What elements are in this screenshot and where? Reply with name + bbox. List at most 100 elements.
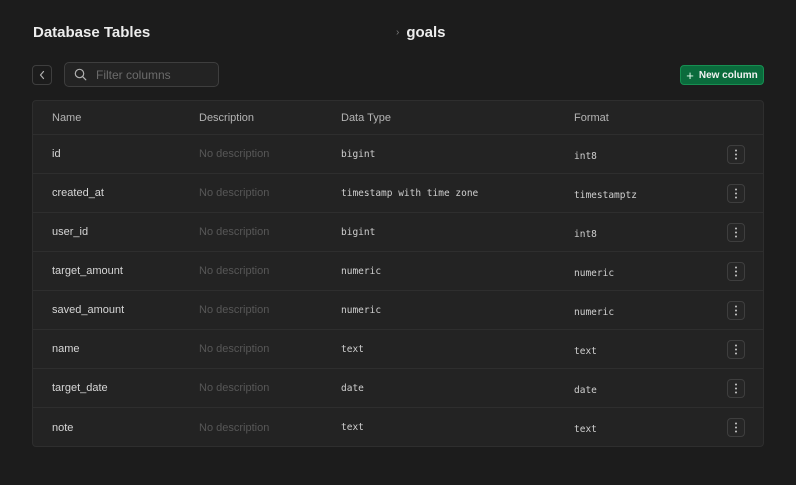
- new-column-label: New column: [698, 69, 758, 81]
- table-row[interactable]: id No description bigint int8: [33, 135, 763, 174]
- page: Database Tables › goals + New column Nam…: [0, 0, 796, 485]
- row-data-type: date: [341, 369, 364, 407]
- row-description: No description: [199, 369, 269, 407]
- row-format-text: numeric: [574, 306, 615, 318]
- row-description: No description: [199, 213, 269, 251]
- row-data-type-text: bigint: [341, 148, 376, 160]
- row-format-text: text: [574, 345, 597, 357]
- row-format: text: [574, 408, 597, 446]
- more-vertical-icon: [735, 422, 737, 433]
- row-data-type: numeric: [341, 291, 381, 329]
- row-format: numeric: [574, 291, 614, 329]
- breadcrumb-separator: ›: [396, 27, 400, 38]
- row-data-type: text: [341, 408, 364, 446]
- row-name-text: target_date: [52, 382, 108, 394]
- table-header-row: Name Description Data Type Format: [33, 101, 763, 135]
- row-description: No description: [199, 408, 270, 446]
- row-actions-button[interactable]: [727, 379, 745, 398]
- more-vertical-icon: [735, 266, 737, 277]
- row-description: No description: [199, 135, 269, 173]
- row-name-text: target_amount: [52, 265, 123, 277]
- more-vertical-icon: [735, 344, 737, 355]
- row-description-text: No description: [199, 148, 270, 160]
- more-vertical-icon: [735, 149, 737, 160]
- row-format-text: int8: [574, 150, 597, 162]
- column-header-format: Format: [574, 111, 609, 124]
- table-row[interactable]: created_at No description timestamp with t…: [33, 174, 763, 213]
- breadcrumb-table-name: goals: [406, 24, 446, 41]
- row-format-text: numeric: [574, 267, 615, 279]
- more-vertical-icon: [735, 188, 737, 199]
- row-format-text: text: [574, 424, 597, 435]
- table-row[interactable]: note No description text text: [33, 408, 763, 446]
- filter-columns-input[interactable]: [96, 64, 211, 85]
- row-name: saved_amount: [52, 291, 124, 329]
- row-description-text: No description: [199, 226, 270, 238]
- table-row[interactable]: target_amount No description numeric numeri…: [33, 252, 763, 291]
- row-format-text: date: [574, 384, 597, 396]
- more-vertical-icon: [735, 383, 737, 394]
- row-name: id: [52, 135, 61, 173]
- row-actions-button[interactable]: [727, 223, 745, 242]
- column-header-description: Description: [199, 111, 255, 124]
- row-actions-button[interactable]: [727, 184, 745, 203]
- row-actions-button[interactable]: [727, 340, 745, 359]
- row-description-text: No description: [199, 187, 270, 199]
- columns-table: Name Description Data Type Format id No d…: [32, 100, 764, 447]
- row-name: created_at: [52, 174, 104, 212]
- back-button[interactable]: [32, 65, 52, 85]
- more-vertical-icon: [735, 305, 737, 316]
- row-data-type-text: timestamp with time zone: [341, 187, 479, 199]
- row-name-text: created_at: [52, 187, 104, 199]
- table-row[interactable]: saved_amount No description numeric numeric: [33, 291, 763, 330]
- row-description-text: No description: [199, 421, 270, 434]
- row-format-text: int8: [574, 228, 597, 240]
- row-name: user_id: [52, 213, 88, 251]
- row-description: No description: [199, 291, 269, 329]
- row-description-text: No description: [199, 343, 270, 355]
- table-row[interactable]: target_date No description date date: [33, 369, 763, 408]
- row-description-text: No description: [199, 265, 270, 277]
- row-data-type: timestamp with time zone: [341, 174, 478, 212]
- table-row[interactable]: user_id No description bigint int8: [33, 213, 763, 252]
- row-format-text: timestamptz: [574, 189, 637, 201]
- row-name-text: user_id: [52, 226, 89, 238]
- row-format: timestamptz: [574, 174, 637, 212]
- row-data-type-text: numeric: [341, 304, 382, 316]
- table-row[interactable]: name No description text text: [33, 330, 763, 369]
- row-data-type-text: date: [341, 382, 364, 394]
- row-data-type-text: text: [341, 343, 364, 355]
- row-name: note: [52, 408, 73, 446]
- row-data-type-text: bigint: [341, 226, 376, 238]
- column-header-name: Name: [52, 111, 82, 124]
- filter-columns-search: [64, 62, 219, 87]
- more-vertical-icon: [735, 227, 737, 238]
- row-actions-button[interactable]: [727, 418, 745, 437]
- column-header-data-type: Data Type: [341, 111, 391, 124]
- row-data-type-text: numeric: [341, 265, 382, 277]
- row-name: target_amount: [52, 252, 123, 290]
- row-description: No description: [199, 174, 269, 212]
- page-title: Database Tables: [33, 24, 151, 41]
- row-data-type-text: text: [341, 422, 364, 433]
- row-description: No description: [199, 330, 269, 368]
- plus-icon: +: [686, 67, 694, 83]
- row-actions-button[interactable]: [727, 262, 745, 281]
- row-name: name: [52, 330, 80, 368]
- row-description: No description: [199, 252, 269, 290]
- row-name-text: saved_amount: [52, 304, 125, 316]
- new-column-button[interactable]: + New column: [680, 65, 764, 85]
- chevron-left-icon: [39, 70, 45, 80]
- row-description-text: No description: [199, 304, 270, 316]
- row-data-type: numeric: [341, 252, 381, 290]
- row-actions-button[interactable]: [727, 145, 745, 164]
- row-description-text: No description: [199, 382, 270, 394]
- row-data-type: text: [341, 330, 364, 368]
- row-name: target_date: [52, 369, 108, 407]
- row-actions-button[interactable]: [727, 301, 745, 320]
- row-name-text: name: [52, 343, 80, 355]
- row-format: text: [574, 330, 597, 368]
- breadcrumb: › goals: [396, 24, 446, 41]
- search-icon: [74, 68, 88, 82]
- row-format: int8: [574, 135, 597, 173]
